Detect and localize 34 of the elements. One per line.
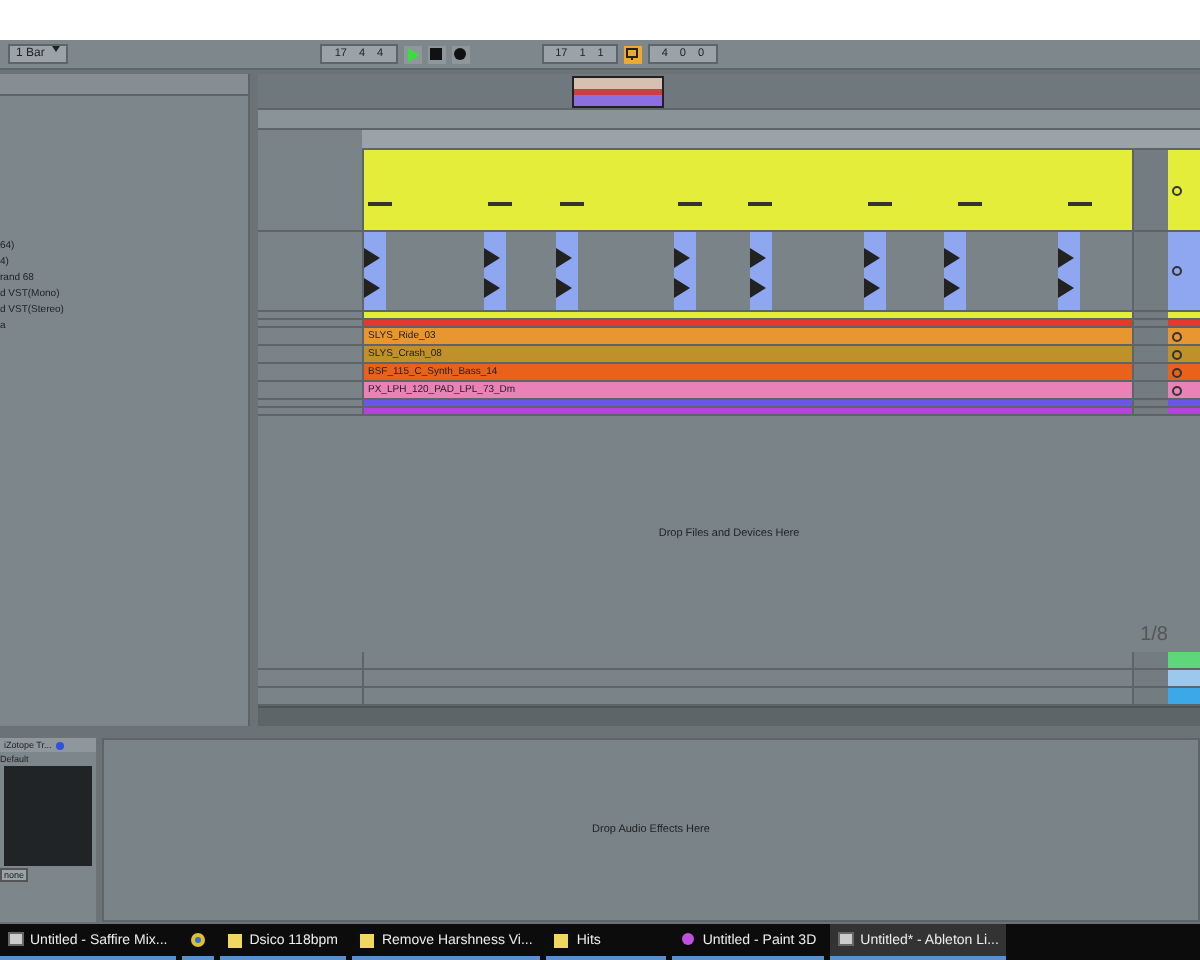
kick-clip[interactable] [484, 232, 506, 310]
kick-clip[interactable] [864, 232, 886, 310]
plugin-display [4, 766, 92, 866]
caret-icon [52, 46, 61, 52]
play-icon [405, 47, 420, 61]
pin-icon [680, 932, 697, 948]
kick-clip[interactable] [364, 232, 386, 310]
track-activator-icon[interactable] [1172, 185, 1182, 195]
folder-icon [359, 932, 376, 948]
track-activator-icon[interactable] [1172, 266, 1182, 276]
kick-clip[interactable] [1058, 232, 1080, 310]
stop-button[interactable] [427, 45, 446, 63]
loop-bar[interactable] [362, 130, 1200, 150]
midi-clip[interactable] [364, 150, 1132, 230]
kick-clip[interactable] [944, 232, 966, 310]
folder-icon [227, 932, 244, 948]
clip-strip[interactable] [364, 408, 1132, 414]
clip-strip[interactable] [364, 320, 1132, 326]
kick-clip[interactable] [750, 232, 772, 310]
overview-viewport[interactable] [572, 76, 664, 108]
kick-clip[interactable] [556, 232, 578, 310]
window-icon [838, 932, 855, 948]
window-icon [8, 932, 24, 948]
browser-icon [189, 932, 206, 948]
record-button[interactable] [451, 45, 470, 63]
stop-icon [430, 48, 443, 60]
draw-mode-icon [626, 48, 639, 60]
kick-clip[interactable] [674, 232, 696, 310]
clip-strip[interactable] [364, 312, 1132, 318]
draw-mode-button[interactable] [623, 45, 642, 63]
clip-strip[interactable] [364, 400, 1132, 406]
device-activator-icon[interactable] [55, 741, 64, 749]
record-icon [454, 48, 467, 60]
folder-icon [554, 932, 571, 948]
